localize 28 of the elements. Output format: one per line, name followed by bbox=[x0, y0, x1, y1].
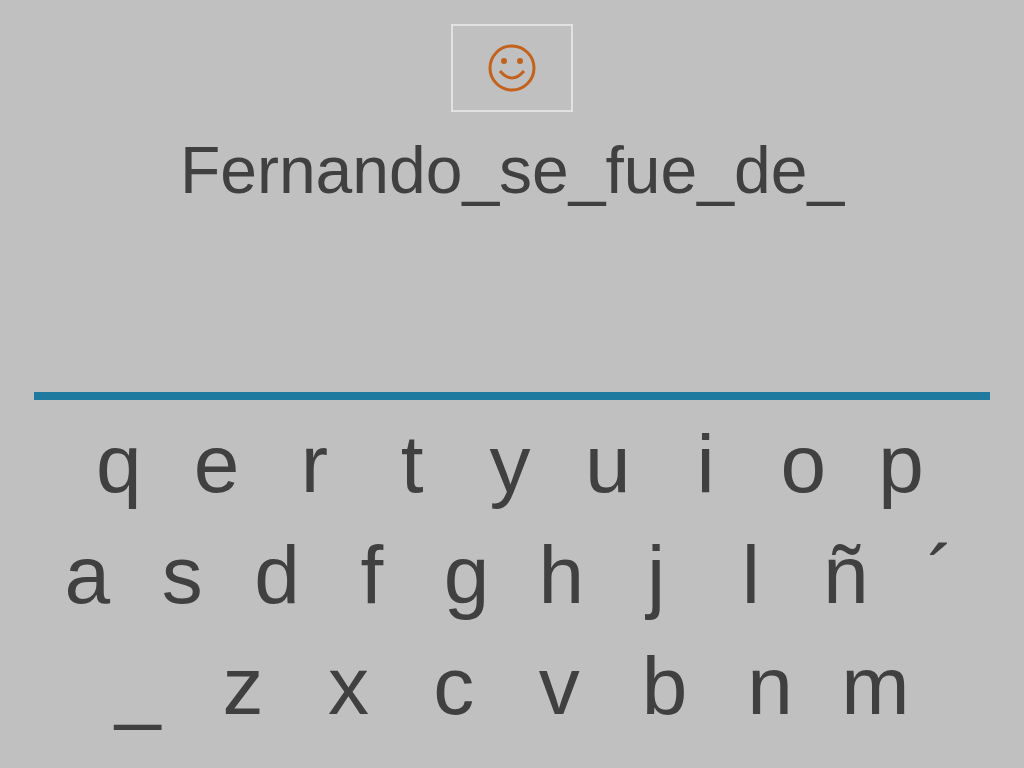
key[interactable]: g bbox=[419, 529, 514, 620]
key[interactable]: r bbox=[265, 418, 364, 509]
key[interactable]: e bbox=[167, 418, 266, 509]
key[interactable]: o bbox=[754, 418, 853, 509]
key[interactable]: b bbox=[611, 640, 718, 731]
key[interactable]: v bbox=[506, 640, 612, 731]
smiley-icon bbox=[487, 43, 537, 93]
key[interactable]: _ bbox=[85, 640, 191, 731]
key[interactable]: q bbox=[70, 418, 168, 509]
key[interactable]: h bbox=[514, 529, 609, 620]
key[interactable]: a bbox=[40, 529, 135, 620]
key[interactable]: c bbox=[401, 640, 507, 731]
key[interactable]: ñ bbox=[798, 529, 894, 620]
key[interactable]: j bbox=[608, 529, 704, 620]
key[interactable]: f bbox=[324, 529, 420, 620]
key[interactable]: n bbox=[717, 640, 823, 731]
key[interactable]: i bbox=[656, 418, 755, 509]
key[interactable]: l bbox=[703, 529, 799, 620]
key[interactable]: d bbox=[229, 529, 325, 620]
key[interactable]: s bbox=[134, 529, 230, 620]
key[interactable]: x bbox=[295, 640, 402, 731]
key[interactable]: y bbox=[461, 418, 559, 509]
key[interactable]: z bbox=[190, 640, 296, 731]
key[interactable]: ´ bbox=[893, 529, 988, 620]
key[interactable]: m bbox=[822, 640, 928, 731]
key[interactable]: p bbox=[852, 418, 951, 509]
key[interactable]: t bbox=[363, 418, 462, 509]
key[interactable]: u bbox=[558, 418, 657, 509]
